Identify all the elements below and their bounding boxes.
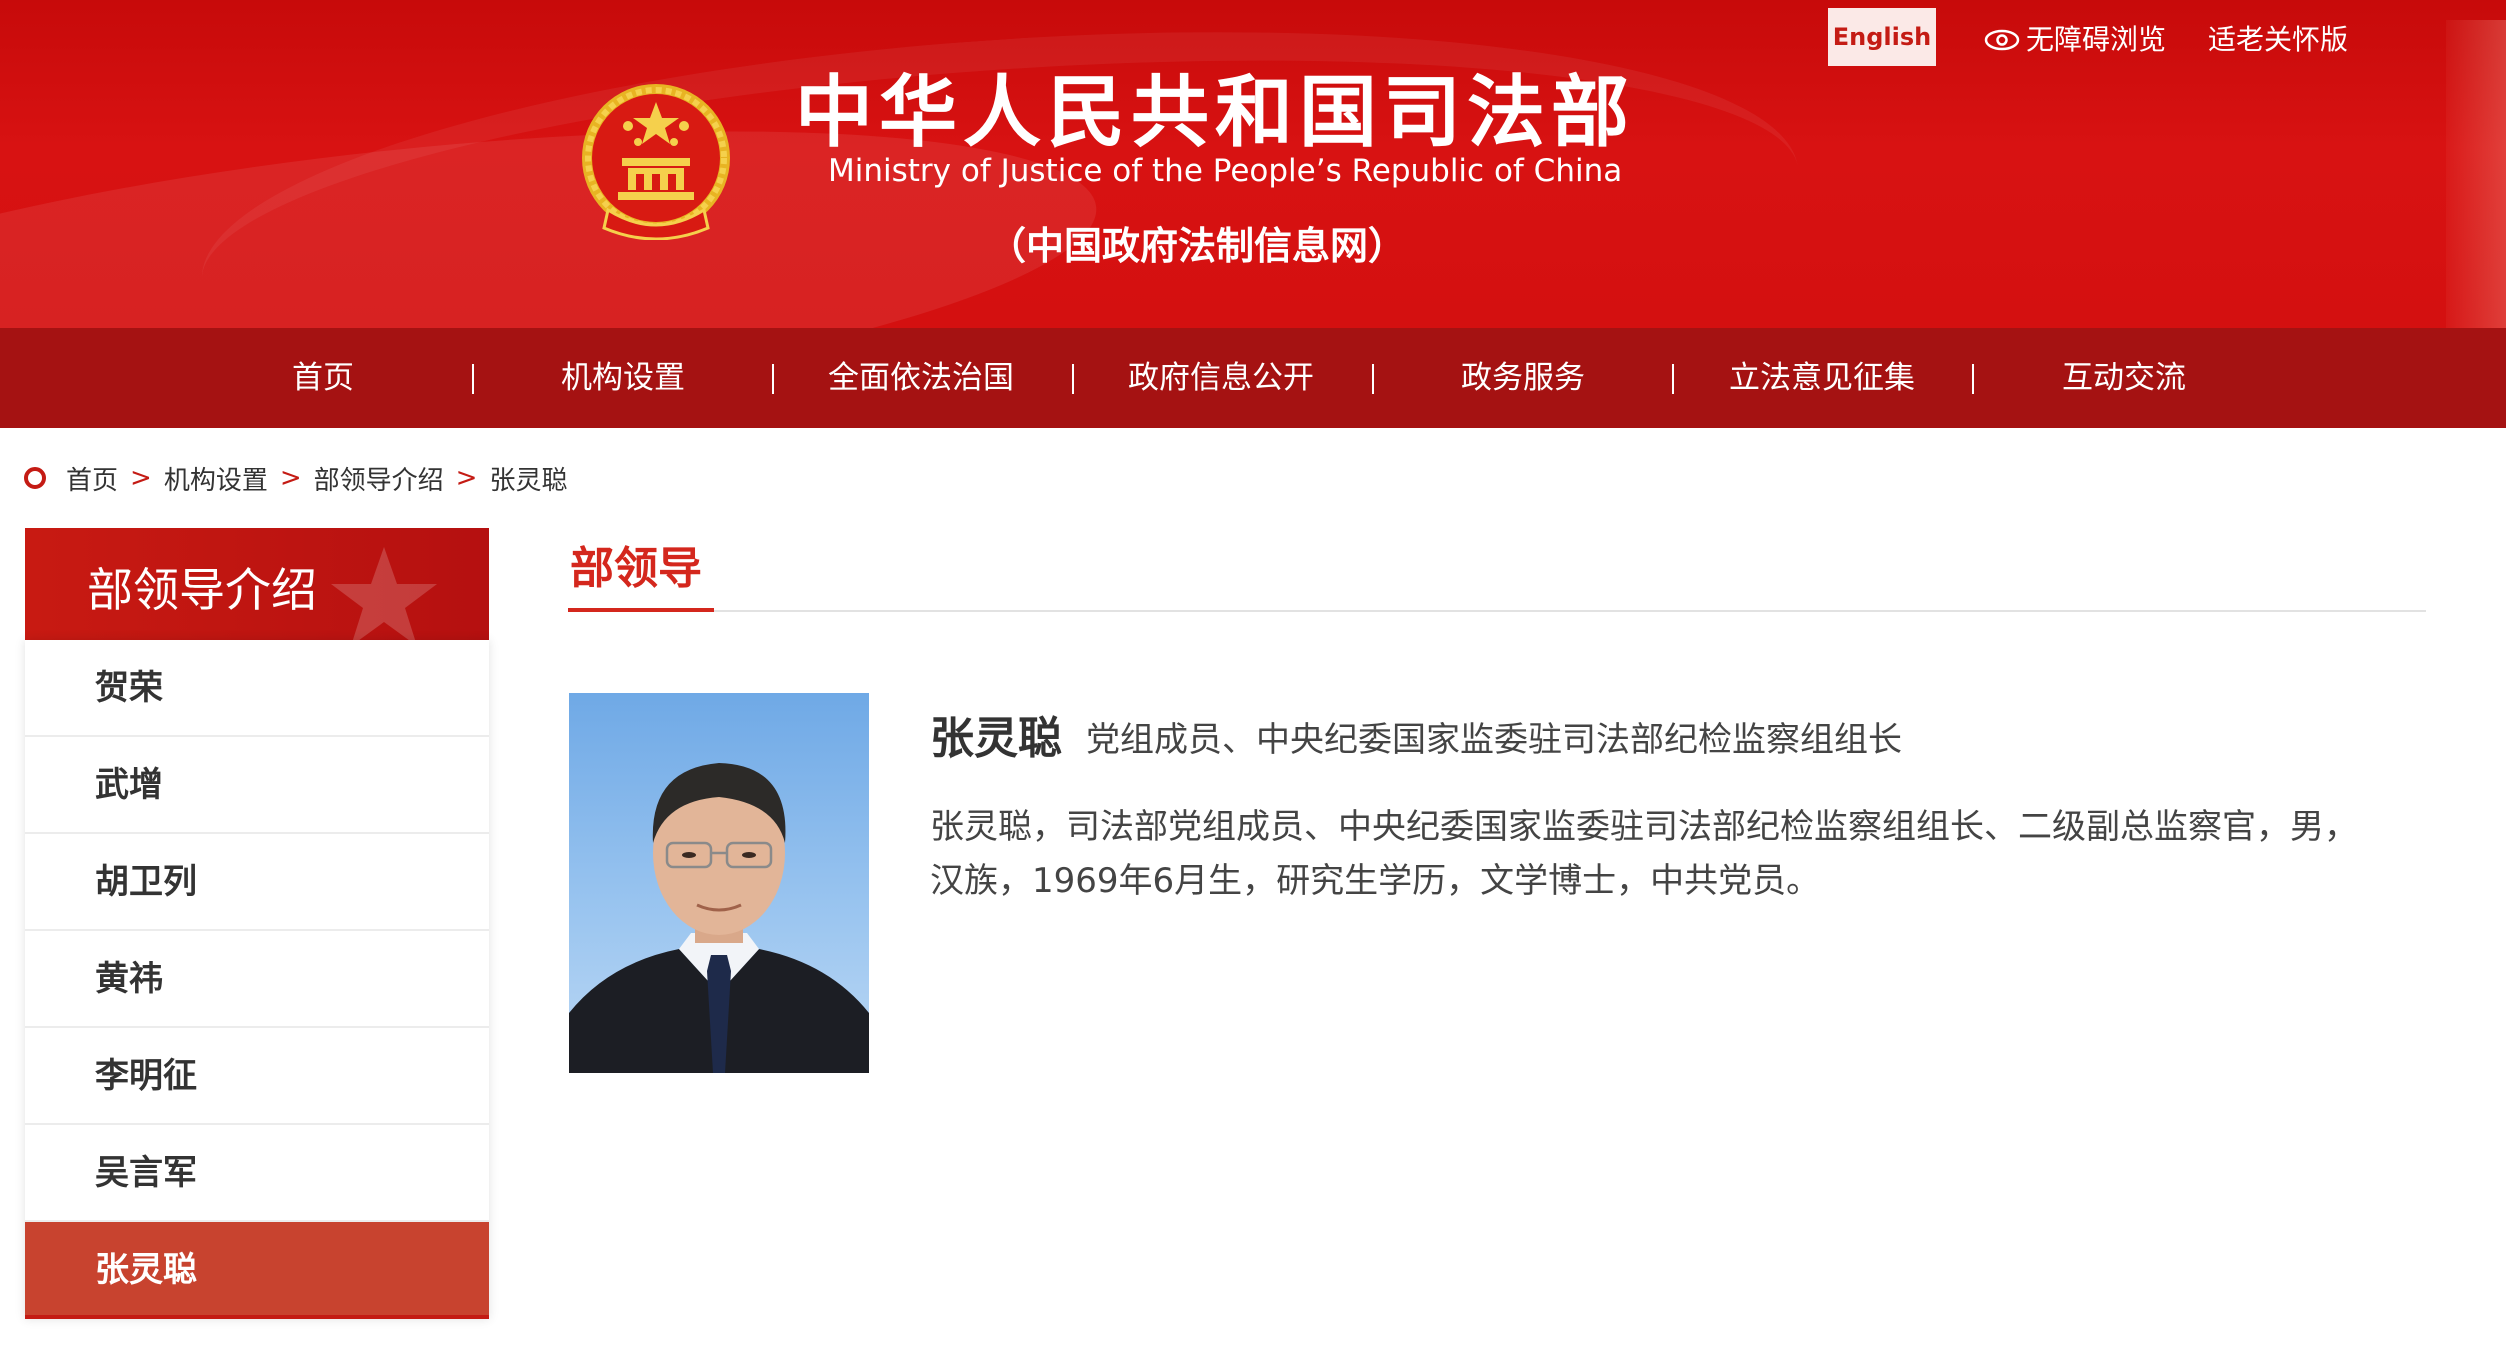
- english-version-button[interactable]: English: [1828, 8, 1936, 66]
- nav-item-organization[interactable]: 机构设置: [561, 328, 685, 428]
- leader-title: 党组成员、中央纪委国家监委驻司法部纪检监察组组长: [1086, 720, 1902, 760]
- leader-name: 张灵聪: [930, 713, 1062, 764]
- leader-list: 贺荣 武增 胡卫列 黄祎 李明征 吴言军 张灵聪: [25, 640, 489, 1319]
- nav-item-home[interactable]: 首页: [292, 328, 354, 428]
- main-nav: 首页 机构设置 全面依法治国 政府信息公开 政务服务 立法意见征集 互动交流: [0, 328, 2506, 428]
- leader-bio: 张灵聪，司法部党组成员、中央纪委国家监委驻司法部纪检监察组组长、二级副总监察官，…: [930, 807, 2358, 901]
- header-pillar-decoration: [2446, 20, 2506, 328]
- breadcrumb-home[interactable]: 首页: [66, 460, 118, 497]
- breadcrumb-leaders[interactable]: 部领导介绍: [314, 460, 444, 497]
- accessible-browse-link[interactable]: 无障碍浏览: [1984, 18, 2166, 58]
- sidebar-item-leader[interactable]: 胡卫列: [25, 834, 489, 931]
- leader-portrait-image: [569, 763, 869, 1073]
- breadcrumb: 首页 > 机构设置 > 部领导介绍 > 张灵聪: [24, 460, 567, 496]
- nav-separator: [1072, 364, 1074, 394]
- site-title-en: Ministry of Justice of the People’s Repu…: [828, 153, 1623, 189]
- nav-item-legislation-opinions[interactable]: 立法意见征集: [1729, 328, 1915, 428]
- nav-item-gov-info[interactable]: 政府信息公开: [1128, 328, 1314, 428]
- breadcrumb-current: 张灵聪: [489, 465, 568, 496]
- nav-separator: [1972, 364, 1974, 394]
- nav-item-rule-of-law[interactable]: 全面依法治国: [828, 328, 1014, 428]
- sidebar-header: 部领导介绍: [25, 528, 489, 640]
- leader-photo: [569, 693, 869, 1073]
- breadcrumb-organization[interactable]: 机构设置: [164, 460, 268, 497]
- sidebar-item-leader[interactable]: 贺荣: [25, 640, 489, 737]
- eye-icon: [1984, 26, 2020, 51]
- site-subtitle: （中国政府法制信息网）: [988, 223, 1407, 268]
- national-emblem-icon[interactable]: [578, 80, 734, 241]
- breadcrumb-separator: >: [455, 463, 478, 493]
- nav-separator: [472, 364, 474, 394]
- nav-separator: [1372, 364, 1374, 394]
- sidebar-item-leader-active[interactable]: 张灵聪: [25, 1222, 489, 1319]
- nav-item-gov-services[interactable]: 政务服务: [1461, 328, 1585, 428]
- nav-item-interaction[interactable]: 互动交流: [2062, 328, 2186, 428]
- section-divider: [568, 610, 2426, 612]
- star-decoration-icon: [331, 547, 437, 640]
- elder-care-version-link[interactable]: 适老关怀版: [2208, 18, 2348, 58]
- site-title-cn: 中华人民共和国司法部: [795, 67, 1636, 158]
- sidebar-item-leader[interactable]: 黄祎: [25, 931, 489, 1028]
- sidebar-item-leader[interactable]: 武增: [25, 737, 489, 834]
- nav-separator: [772, 364, 774, 394]
- location-ring-icon: [24, 467, 46, 489]
- section-title-underline: [568, 608, 714, 612]
- nav-separator: [1672, 364, 1674, 394]
- breadcrumb-separator: >: [279, 463, 302, 493]
- sidebar-item-leader[interactable]: 李明征: [25, 1028, 489, 1125]
- sidebar-title: 部领导介绍: [87, 563, 317, 617]
- site-header: 中华人民共和国司法部 Ministry of Justice of the Pe…: [0, 0, 2506, 328]
- accessible-browse-label: 无障碍浏览: [2026, 23, 2167, 56]
- section-title: 部领导: [570, 543, 702, 594]
- breadcrumb-separator: >: [130, 463, 152, 493]
- sidebar-item-leader[interactable]: 吴言军: [25, 1125, 489, 1222]
